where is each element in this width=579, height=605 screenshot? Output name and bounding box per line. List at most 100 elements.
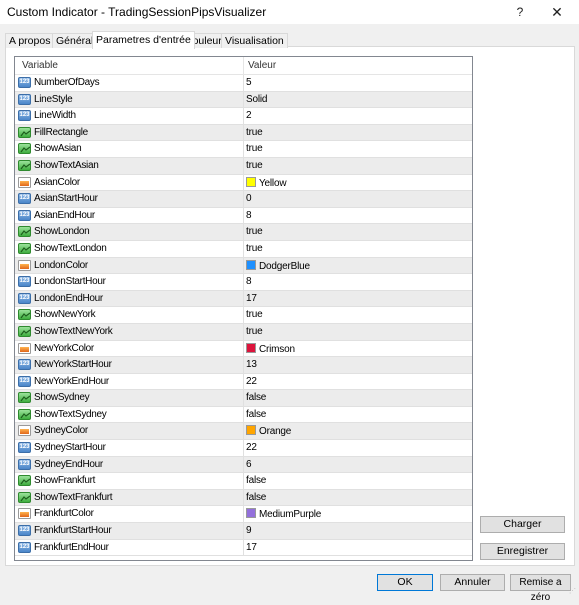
cancel-button[interactable]: Annuler [440,574,505,591]
parameter-row[interactable]: 123 NumberOfDays 5 [15,75,472,92]
column-divider [243,174,244,191]
parameter-value[interactable]: 17 [246,542,257,553]
parameter-row[interactable]: 123 LineWidth 2 [15,108,472,125]
color-name: MediumPurple [259,509,322,521]
parameter-value[interactable]: true [246,127,263,138]
parameter-name: FrankfurtStartHour [34,525,112,537]
parameter-name: SydneyEndHour [34,458,103,470]
boolean-type-icon [18,475,31,487]
parameter-value[interactable]: true [246,143,263,154]
load-button[interactable]: Charger [480,516,565,533]
column-divider [243,141,244,157]
parameter-row[interactable]: 123 SydneyEndHour 6 [15,456,472,474]
parameter-row[interactable]: ShowTextLondon true [15,240,472,258]
parameter-row[interactable]: 123 NewYorkStartHour 13 [15,357,472,374]
color-name: Crimson [259,343,295,355]
parameter-row[interactable]: ShowTextNewYork true [15,323,472,341]
save-button[interactable]: Enregistrer [480,543,565,560]
parameter-row[interactable]: 123 SydneyStartHour 22 [15,440,472,457]
parameter-value[interactable]: true [246,160,263,171]
tab-visualisation[interactable]: Visualisation [221,33,288,48]
column-divider [243,340,244,357]
parameter-row[interactable]: FrankfurtColor MediumPurple [15,506,472,524]
parameter-value[interactable]: Yellow [246,176,287,189]
parameter-value[interactable]: false [246,392,266,403]
parameter-value[interactable]: Solid [246,94,267,105]
parameter-value[interactable]: Crimson [246,342,295,355]
help-icon[interactable]: ? [508,3,532,21]
tab-a-propos[interactable]: A propos [5,33,55,48]
parameter-value[interactable]: 8 [246,210,252,221]
parameter-row[interactable]: 123 FrankfurtStartHour 9 [15,523,472,540]
column-header-value[interactable]: Valeur [248,60,276,71]
parameter-name: NewYorkStartHour [34,359,112,371]
parameter-row[interactable]: ShowTextSydney false [15,406,472,424]
parameter-row[interactable]: ShowLondon true [15,224,472,241]
parameter-row[interactable]: ShowAsian true [15,141,472,158]
parameter-row[interactable]: AsianColor Yellow [15,174,472,192]
number-type-icon: 123 [18,110,31,122]
parameter-value[interactable]: 22 [246,442,257,453]
color-type-icon [18,342,31,354]
parameter-row[interactable]: ShowTextAsian true [15,157,472,175]
parameter-value[interactable]: false [246,492,266,503]
parameter-row[interactable]: SydneyColor Orange [15,423,472,441]
parameter-value[interactable]: true [246,243,263,254]
parameter-row[interactable]: 123 LondonStartHour 8 [15,274,472,291]
parameter-value[interactable]: 8 [246,276,252,287]
parameter-row[interactable]: ShowSydney false [15,390,472,407]
tab-parametres-entree[interactable]: Parametres d'entrée [92,31,195,49]
parameter-row[interactable]: LondonColor DodgerBlue [15,257,472,275]
column-divider [243,207,244,224]
parameter-value[interactable]: false [246,475,266,486]
parameter-row[interactable]: ShowNewYork true [15,307,472,324]
column-divider [243,224,244,240]
reset-button[interactable]: Remise a zéro [510,574,571,603]
column-divider [243,124,244,141]
parameter-value[interactable]: 6 [246,459,252,470]
column-divider [243,523,244,539]
parameter-row[interactable]: 123 AsianStartHour 0 [15,191,472,208]
parameter-row[interactable]: ShowFrankfurt false [15,473,472,490]
column-header-variable[interactable]: Variable [22,60,58,71]
parameter-value[interactable]: 5 [246,77,252,88]
parameter-value[interactable]: 17 [246,293,257,304]
resize-grip-icon[interactable]: ⋰ [569,588,577,598]
close-icon[interactable]: ✕ [545,3,569,21]
parameter-value[interactable]: 0 [246,193,252,204]
parameter-value[interactable]: false [246,409,266,420]
parameter-row[interactable]: NewYorkColor Crimson [15,340,472,358]
parameter-row[interactable]: ShowTextFrankfurt false [15,489,472,507]
parameter-row[interactable]: FillRectangle true [15,124,472,142]
parameter-row[interactable]: 123 NewYorkEndHour 22 [15,373,472,391]
parameter-name: LineWidth [34,110,76,122]
parameter-name: LondonStartHour [34,276,106,288]
parameters-grid[interactable]: Variable Valeur 123 NumberOfDays 5 123 LineS… [14,56,473,561]
ok-button[interactable]: OK [377,574,433,591]
tab-general[interactable]: Général [52,33,98,48]
color-swatch [246,425,256,436]
parameter-value[interactable]: 22 [246,376,257,387]
parameter-row[interactable]: 123 LineStyle Solid [15,91,472,109]
number-type-icon: 123 [18,442,31,454]
parameter-value[interactable]: true [246,226,263,237]
color-name: Orange [259,426,292,438]
parameter-value[interactable]: Orange [246,425,291,437]
color-type-icon [18,425,31,437]
column-divider [243,406,244,423]
parameter-name: NewYorkEndHour [34,375,109,387]
parameter-value[interactable]: true [246,326,263,337]
parameter-value[interactable]: 9 [246,525,252,536]
parameter-row[interactable]: 123 AsianEndHour 8 [15,207,472,225]
parameter-value[interactable]: 2 [246,110,252,121]
column-divider[interactable] [243,57,244,74]
parameter-value[interactable]: true [246,309,263,320]
parameter-value[interactable]: 13 [246,359,257,370]
parameter-row[interactable]: 123 LondonEndHour 17 [15,290,472,308]
parameter-name: ShowTextNewYork [34,325,113,337]
parameter-row[interactable]: 123 FrankfurtEndHour 17 [15,539,472,557]
parameter-name: ShowTextLondon [34,242,107,254]
parameter-value[interactable]: DodgerBlue [246,259,310,272]
parameter-value[interactable]: MediumPurple [246,508,321,520]
color-name: Yellow [259,177,287,189]
